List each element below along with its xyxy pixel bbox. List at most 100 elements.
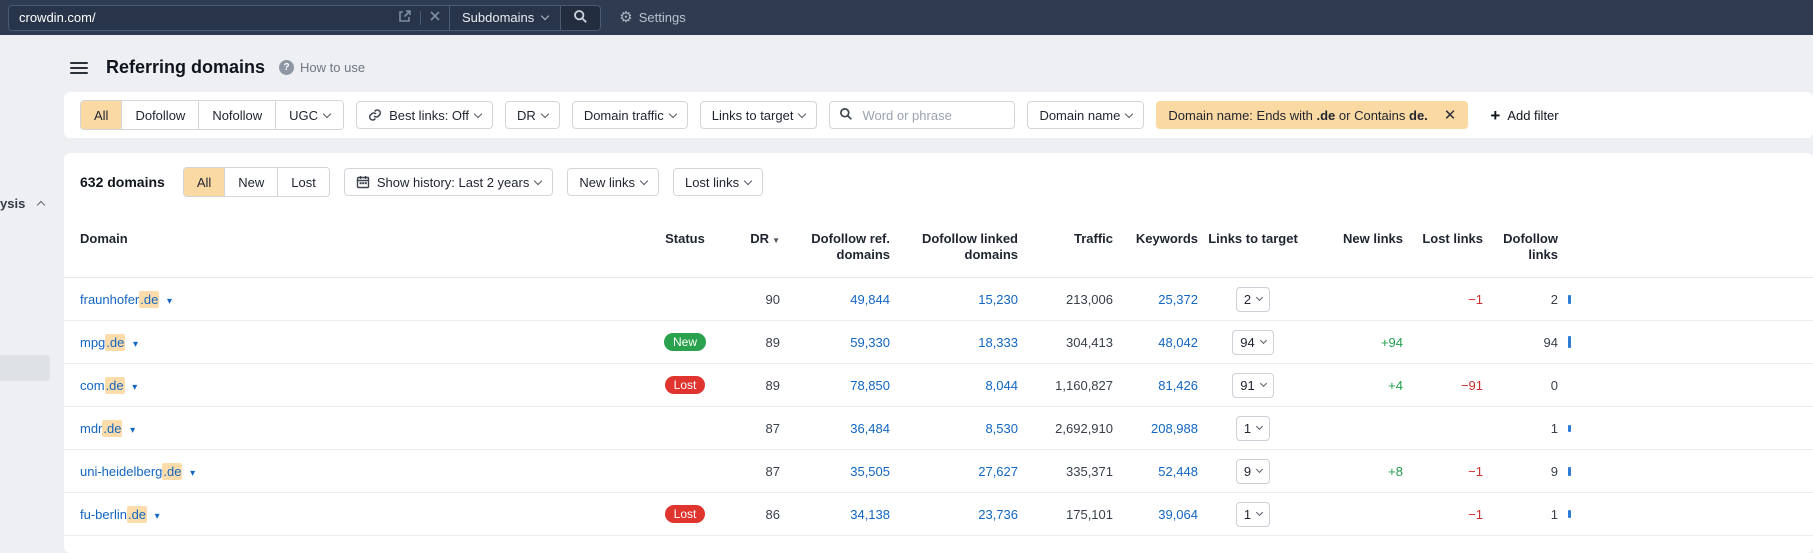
follow-type-tabs: All Dofollow Nofollow UGC	[80, 100, 345, 130]
column-header-links-to-target[interactable]: Links to target	[1198, 231, 1308, 247]
domain-link[interactable]: mpg.de	[80, 333, 126, 351]
best-links-filter-button[interactable]: Best links: Off	[356, 101, 494, 129]
new-links-button[interactable]: New links	[567, 168, 659, 196]
column-header-keywords[interactable]: Keywords	[1113, 231, 1198, 247]
highlighted-match: .de	[105, 333, 126, 351]
domain-cell: mpg.de ▾	[80, 333, 640, 351]
links-to-target-select[interactable]: 91	[1232, 372, 1274, 398]
domain-traffic-filter-button[interactable]: Domain traffic	[571, 101, 688, 129]
traffic-cell: 1,160,827	[1055, 377, 1113, 393]
column-header-dofollow-linked-domains[interactable]: Dofollow linked domains	[890, 231, 1018, 263]
tab-status-lost[interactable]: Lost	[277, 168, 329, 196]
links-to-target-select[interactable]: 9	[1235, 458, 1271, 484]
traffic-cell: 335,371	[1066, 463, 1113, 479]
active-filter-chip[interactable]: Domain name: Ends with .de or Contains d…	[1156, 101, 1469, 129]
show-history-label: Show history: Last 2 years	[376, 174, 530, 190]
links-to-target-select[interactable]: 1	[1235, 415, 1271, 441]
column-header-dr[interactable]: DR ▼	[730, 231, 780, 249]
add-filter-button[interactable]: + Add filter	[1490, 107, 1558, 124]
menu-icon[interactable]	[70, 61, 88, 74]
external-link-icon[interactable]	[398, 9, 412, 26]
keywords-cell[interactable]: 25,372	[1113, 292, 1198, 307]
domain-cell: mdr.de ▾	[80, 419, 640, 437]
domain-cell: uni-heidelberg.de ▾	[80, 462, 640, 480]
column-header-dofollow-links[interactable]: Dofollow links	[1483, 231, 1558, 263]
tab-status-all[interactable]: All	[183, 168, 225, 196]
traffic-cell: 2,692,910	[1055, 420, 1113, 436]
dofollow-linked-domains-cell[interactable]: 8,530	[890, 421, 1018, 436]
dofollow-linked-domains-cell[interactable]: 27,627	[890, 464, 1018, 479]
settings-button[interactable]: ⚙ Settings	[619, 10, 685, 25]
keywords-cell[interactable]: 81,426	[1113, 378, 1198, 393]
column-header-traffic[interactable]: Traffic	[1018, 231, 1113, 247]
domain-dropdown-icon[interactable]: ▾	[130, 425, 135, 436]
domain-traffic-label: Domain traffic	[583, 107, 664, 123]
table-row: com.de ▾ Lost 89 78,850 8,044 1,160,827 …	[64, 364, 1813, 407]
chevron-down-icon	[743, 176, 753, 185]
column-header-new-links[interactable]: New links	[1308, 231, 1403, 247]
table-header: Domain Status DR ▼ Dofollow ref. domains …	[64, 209, 1813, 278]
how-to-use-link[interactable]: ? How to use	[279, 60, 365, 75]
dr-filter-button[interactable]: DR	[505, 101, 560, 129]
table-row: fu-berlin.de ▾ Lost 86 34,138 23,736 175…	[64, 493, 1813, 536]
domain-link[interactable]: mdr.de	[80, 419, 123, 437]
domain-dropdown-icon[interactable]: ▾	[133, 339, 138, 350]
column-header-lost-links[interactable]: Lost links	[1403, 231, 1483, 247]
sidebar-fragment-button[interactable]	[0, 355, 50, 381]
domain-dropdown-icon[interactable]: ▾	[155, 511, 160, 522]
search-button[interactable]	[560, 5, 601, 30]
chevron-down-icon	[473, 109, 483, 118]
tab-nofollow[interactable]: Nofollow	[198, 101, 276, 129]
keywords-cell[interactable]: 39,064	[1113, 507, 1198, 522]
column-header-dofollow-ref-domains[interactable]: Dofollow ref. domains	[780, 231, 890, 263]
domain-link[interactable]: fu-berlin.de	[80, 505, 148, 523]
links-to-target-cell: 91	[1198, 372, 1308, 398]
search-icon	[573, 9, 588, 27]
links-to-target-cell: 1	[1198, 415, 1308, 441]
domain-link[interactable]: com.de	[80, 376, 125, 394]
column-header-status[interactable]: Status	[640, 231, 730, 247]
domain-dropdown-icon[interactable]: ▾	[132, 382, 137, 393]
divider	[420, 10, 421, 25]
domain-dropdown-icon[interactable]: ▾	[167, 296, 172, 307]
tab-ugc[interactable]: UGC	[275, 101, 344, 129]
target-url-input[interactable]	[17, 9, 398, 26]
dofollow-ref-domains-cell[interactable]: 36,484	[780, 421, 890, 436]
clear-input-icon[interactable]	[429, 10, 441, 25]
keywords-cell[interactable]: 52,448	[1113, 464, 1198, 479]
domain-name-filter-button[interactable]: Domain name	[1027, 101, 1145, 129]
remove-filter-icon[interactable]: ✕	[1438, 106, 1463, 124]
dofollow-ref-domains-cell[interactable]: 35,505	[780, 464, 890, 479]
column-header-domain[interactable]: Domain	[80, 231, 640, 247]
keywords-cell[interactable]: 208,988	[1113, 421, 1198, 436]
dofollow-linked-domains-cell[interactable]: 15,230	[890, 292, 1018, 307]
dofollow-linked-domains-cell[interactable]: 23,736	[890, 507, 1018, 522]
word-or-phrase-input[interactable]	[860, 106, 1006, 124]
show-history-button[interactable]: Show history: Last 2 years	[343, 168, 554, 196]
tab-status-new[interactable]: New	[224, 168, 278, 196]
links-to-target-cell: 2	[1198, 286, 1308, 312]
keywords-cell[interactable]: 48,042	[1113, 335, 1198, 350]
lost-links-button[interactable]: Lost links	[672, 168, 764, 196]
links-to-target-select[interactable]: 94	[1232, 329, 1274, 355]
new-links-cell: +8	[1388, 463, 1403, 479]
calendar-icon	[356, 175, 370, 189]
tab-all-links[interactable]: All	[81, 101, 122, 129]
dofollow-ref-domains-cell[interactable]: 78,850	[780, 378, 890, 393]
dofollow-ref-domains-cell[interactable]: 59,330	[780, 335, 890, 350]
sidebar-fragment-analysis[interactable]: ysis	[0, 196, 46, 211]
links-to-target-select[interactable]: 2	[1235, 286, 1271, 312]
dofollow-linked-domains-cell[interactable]: 18,333	[890, 335, 1018, 350]
word-or-phrase-search[interactable]	[829, 101, 1016, 129]
domain-link[interactable]: fraunhofer.de	[80, 290, 160, 308]
tab-dofollow[interactable]: Dofollow	[121, 101, 199, 129]
links-to-target-filter-button[interactable]: Links to target	[699, 101, 818, 129]
dofollow-ref-domains-cell[interactable]: 34,138	[780, 507, 890, 522]
page-title: Referring domains	[106, 57, 266, 77]
domain-dropdown-icon[interactable]: ▾	[190, 468, 195, 479]
domain-link[interactable]: uni-heidelberg.de	[80, 462, 183, 480]
dofollow-ref-domains-cell[interactable]: 49,844	[780, 292, 890, 307]
mode-dropdown[interactable]: Subdomains	[449, 5, 561, 30]
dofollow-linked-domains-cell[interactable]: 8,044	[890, 378, 1018, 393]
links-to-target-select[interactable]: 1	[1235, 501, 1271, 527]
